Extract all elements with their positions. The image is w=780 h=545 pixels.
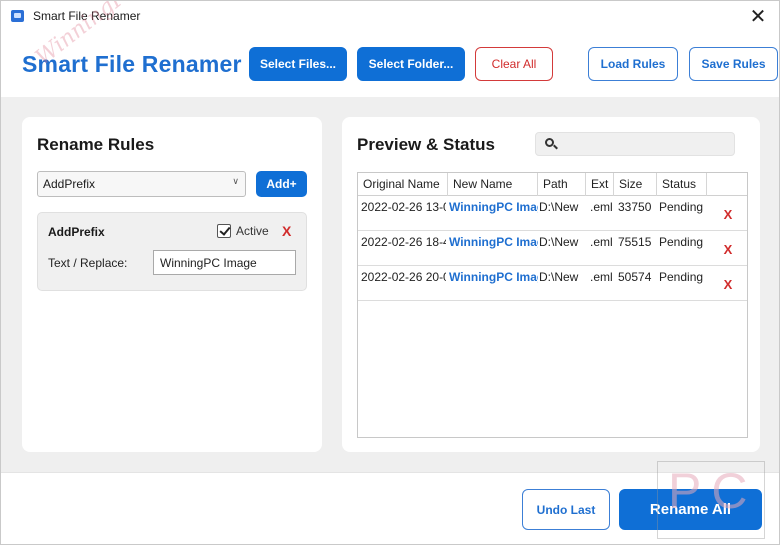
column-header-ext[interactable]: Ext — [586, 173, 614, 196]
cell-new-name: WinningPC Imag — [449, 270, 538, 284]
brand-title: Smart File Renamer — [22, 51, 242, 77]
remove-row-button[interactable]: X — [718, 274, 738, 296]
cell-status: Pending — [659, 270, 704, 284]
save-rules-button[interactable]: Save Rules — [689, 47, 778, 81]
cell-original-name: 2022-02-26 18-4 — [361, 235, 446, 249]
active-label: Active — [236, 224, 269, 238]
column-header-path[interactable]: Path — [538, 173, 586, 196]
cell-new-name: WinningPC Imag — [449, 200, 538, 214]
cell-size: 33750 — [618, 200, 652, 214]
load-rules-button[interactable]: Load Rules — [588, 47, 678, 81]
text-replace-input[interactable] — [153, 250, 296, 275]
table-row[interactable]: 2022-02-26 20-0 WinningPC Imag D:\New .e… — [358, 266, 747, 301]
table-row[interactable]: 2022-02-26 18-4 WinningPC Imag D:\New .e… — [358, 231, 747, 266]
select-files-button[interactable]: Select Files... — [249, 47, 347, 81]
cell-path: D:\New — [539, 270, 579, 284]
add-rule-button[interactable]: Add+ — [256, 171, 307, 197]
grid-header: Original Name New Name Path Ext Size Sta… — [358, 173, 747, 196]
remove-rule-button[interactable]: X — [282, 223, 291, 239]
rule-type-value: AddPrefix — [43, 177, 96, 191]
cell-new-name: WinningPC Imag — [449, 235, 538, 249]
select-folder-button[interactable]: Select Folder... — [357, 47, 465, 81]
cell-path: D:\New — [539, 200, 579, 214]
cell-status: Pending — [659, 235, 704, 249]
text-replace-label: Text / Replace: — [48, 256, 128, 270]
rule-type-select[interactable]: AddPrefix ∨ — [37, 171, 246, 197]
files-grid: Original Name New Name Path Ext Size Sta… — [357, 172, 748, 438]
search-icon — [545, 138, 554, 147]
cell-size: 75515 — [618, 235, 652, 249]
app-window: Smart File Renamer ✕ Smart File Renamer … — [0, 0, 780, 545]
cell-ext: .eml — [590, 235, 613, 249]
rename-all-button[interactable]: Rename All — [619, 489, 762, 530]
close-icon[interactable]: ✕ — [747, 4, 769, 28]
cell-status: Pending — [659, 200, 704, 214]
window-title: Smart File Renamer — [33, 9, 141, 23]
app-icon — [11, 10, 24, 22]
cell-size: 50574 — [618, 270, 652, 284]
chevron-down-icon: ∨ — [232, 176, 239, 186]
search-input[interactable] — [535, 132, 735, 156]
clear-all-button[interactable]: Clear All — [475, 47, 553, 81]
cell-original-name: 2022-02-26 20-0 — [361, 270, 446, 284]
remove-row-button[interactable]: X — [718, 204, 738, 226]
cell-ext: .eml — [590, 270, 613, 284]
table-row[interactable]: 2022-02-26 13-0 WinningPC Imag D:\New .e… — [358, 196, 747, 231]
active-checkbox[interactable] — [217, 224, 231, 238]
column-header-new-name[interactable]: New Name — [448, 173, 538, 196]
undo-last-button[interactable]: Undo Last — [522, 489, 610, 530]
title-bar: Smart File Renamer ✕ — [1, 1, 779, 32]
cell-path: D:\New — [539, 235, 579, 249]
cell-ext: .eml — [590, 200, 613, 214]
remove-row-button[interactable]: X — [718, 239, 738, 261]
column-header-size[interactable]: Size — [614, 173, 657, 196]
column-header-status[interactable]: Status — [657, 173, 707, 196]
cell-original-name: 2022-02-26 13-0 — [361, 200, 446, 214]
column-header-remove — [707, 173, 747, 196]
preview-status-title: Preview & Status — [357, 135, 495, 154]
column-header-original[interactable]: Original Name — [358, 173, 448, 196]
rename-rules-title: Rename Rules — [37, 135, 155, 154]
rule-name: AddPrefix — [48, 225, 105, 239]
